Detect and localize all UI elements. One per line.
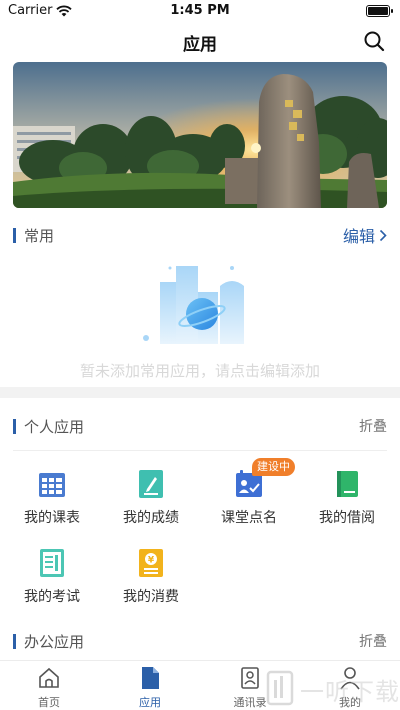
app-doc-icon <box>142 667 159 689</box>
status-time: 1:45 PM <box>170 3 230 18</box>
app-label: 我的课表 <box>24 510 80 526</box>
app-my-schedule[interactable]: 我的课表 <box>12 469 92 539</box>
empty-state-text: 暂未添加常用应用，请点击编辑添加 <box>79 362 320 380</box>
score-icon <box>139 470 163 498</box>
office-section-title: 办公应用 <box>24 632 85 651</box>
app-class-attendance[interactable]: 课堂点名 <box>209 469 289 539</box>
app-my-spending[interactable]: ¥ 我的消费 <box>111 548 191 618</box>
svg-text:¥: ¥ <box>148 556 155 566</box>
tab-label: 首页 <box>38 696 60 709</box>
page-title: 应用 <box>183 35 217 55</box>
common-section-title: 常用 <box>24 226 55 245</box>
app-label: 课堂点名 <box>221 510 277 526</box>
watermark-text: 一听下载 <box>300 678 400 706</box>
battery-icon <box>366 5 393 17</box>
under-construction-badge: 建设中 <box>252 458 295 476</box>
app-my-borrowing[interactable]: 我的借阅 <box>307 469 387 539</box>
section-accent-bar <box>13 227 16 243</box>
nav-bar: 应用 <box>0 22 400 60</box>
office-section-header: 办公应用 折叠 <box>13 630 387 652</box>
home-icon <box>39 667 59 688</box>
app-label: 我的消费 <box>123 589 179 605</box>
section-accent-bar <box>13 418 16 434</box>
chevron-right-icon <box>379 229 387 241</box>
edit-label: 编辑 <box>342 227 375 246</box>
app-label: 我的考试 <box>24 589 80 605</box>
tab-home[interactable]: 首页 <box>9 666 89 710</box>
empty-state-illustration <box>143 266 244 344</box>
download-site-watermark: 一听下载 <box>262 668 400 708</box>
book-icon <box>337 471 358 497</box>
exam-icon <box>40 549 64 577</box>
watermark-logo-icon <box>266 670 294 706</box>
personal-section-header: 个人应用 折叠 <box>13 415 387 437</box>
contacts-icon <box>241 667 259 689</box>
personal-collapse-button[interactable]: 折叠 <box>359 416 387 436</box>
app-label: 我的借阅 <box>319 510 375 526</box>
header-divider <box>13 450 387 451</box>
section-accent-bar <box>13 633 16 649</box>
personal-section-title: 个人应用 <box>24 417 85 436</box>
campus-banner[interactable] <box>13 62 387 208</box>
office-collapse-button[interactable]: 折叠 <box>359 631 387 651</box>
wallet-icon: ¥ <box>139 549 163 577</box>
app-my-scores[interactable]: 我的成绩 <box>111 469 191 539</box>
status-bar: Carrier 1:45 PM <box>0 0 400 22</box>
tab-apps[interactable]: 应用 <box>110 666 190 710</box>
campus-banner-image <box>13 62 387 208</box>
section-divider <box>0 387 400 398</box>
edit-button[interactable]: 编辑 <box>343 223 387 247</box>
calendar-icon <box>39 473 65 497</box>
tab-label: 应用 <box>139 696 161 709</box>
app-my-exams[interactable]: 我的考试 <box>12 548 92 618</box>
search-icon[interactable] <box>362 29 386 53</box>
app-label: 我的成绩 <box>123 510 179 526</box>
common-section-header: 常用 编辑 <box>13 224 387 246</box>
